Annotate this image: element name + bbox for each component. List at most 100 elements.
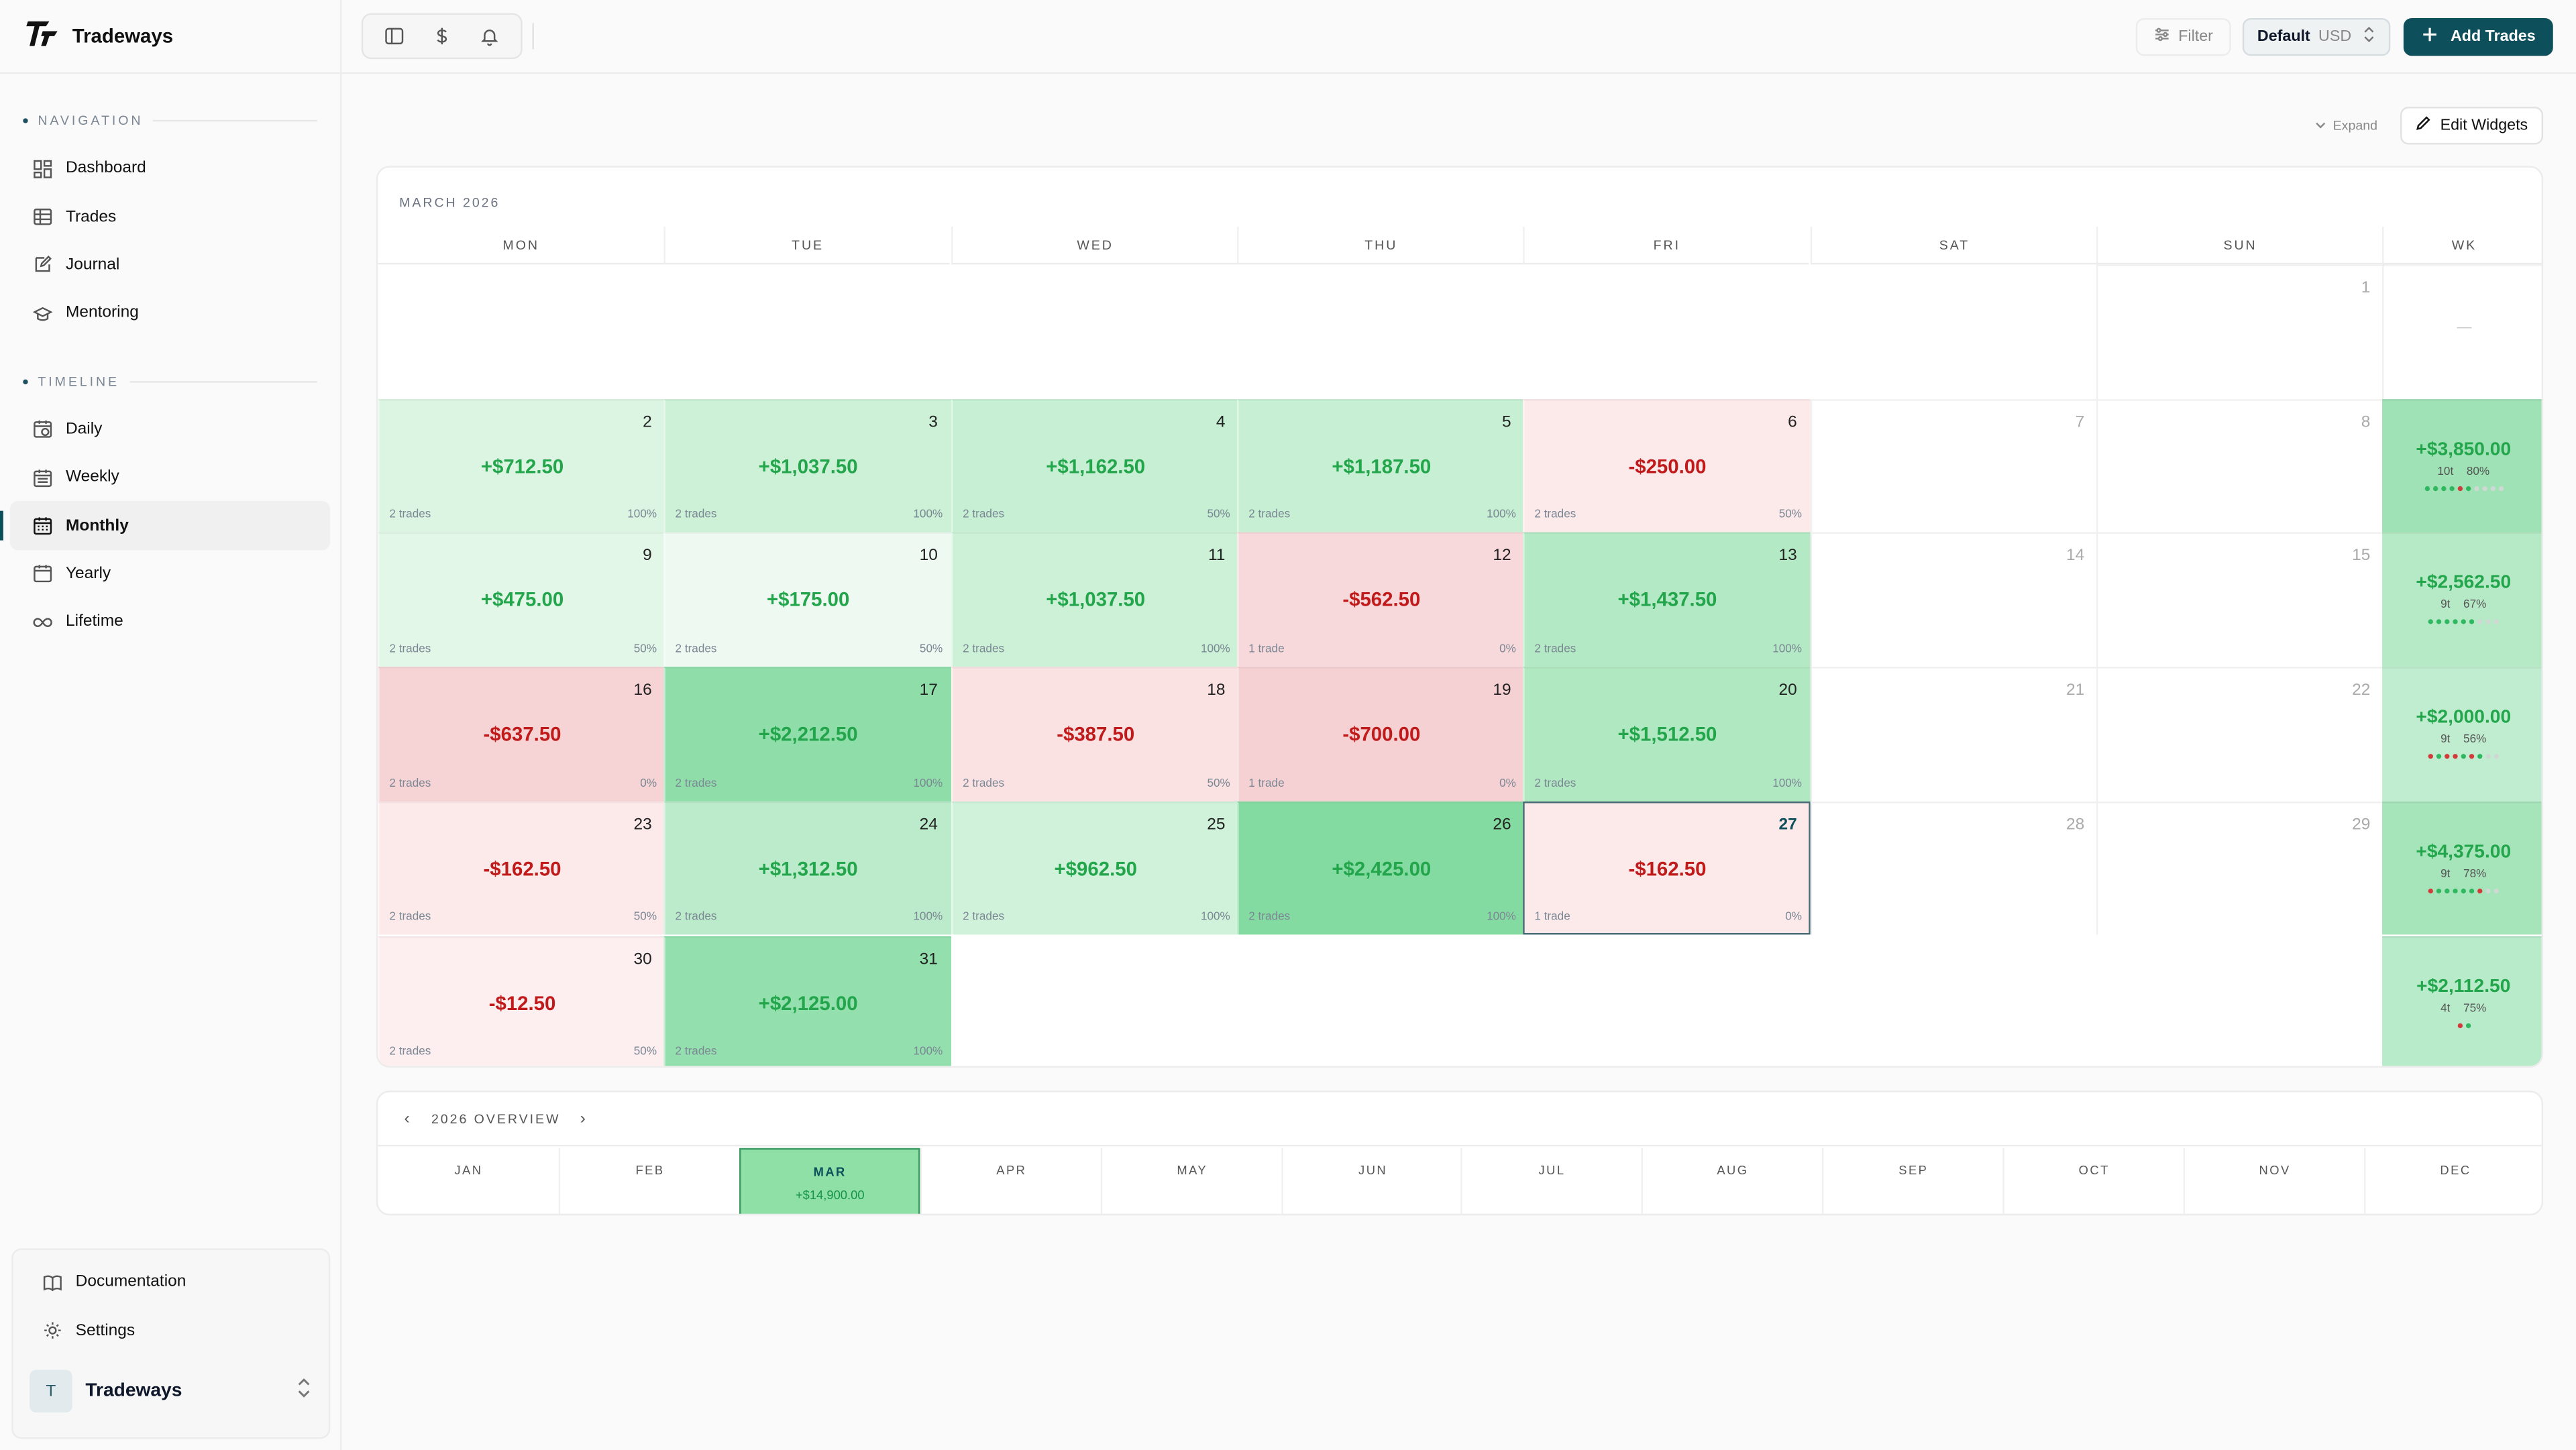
calendar-day-cell[interactable]: 11 +$1,037.50 2 trades 100% bbox=[951, 533, 1239, 667]
trade-result-dot bbox=[2465, 1022, 2471, 1027]
calendar-day-cell[interactable]: 23 -$162.50 2 trades 50% bbox=[378, 801, 665, 936]
sidebar-item-daily[interactable]: Daily bbox=[10, 405, 331, 453]
month-tab-dec[interactable]: DEC bbox=[2364, 1148, 2541, 1214]
win-rate: 100% bbox=[1200, 644, 1230, 656]
sidebar-item-settings[interactable]: Settings bbox=[19, 1306, 322, 1355]
week-summary[interactable]: +$2,112.50 4t 75% bbox=[2382, 935, 2542, 1066]
dollar-icon[interactable] bbox=[432, 26, 451, 46]
day-number: 24 bbox=[919, 816, 938, 834]
add-trades-button[interactable]: Add Trades bbox=[2403, 17, 2553, 56]
month-tab-jul[interactable]: JUL bbox=[1460, 1148, 1642, 1214]
month-tab-mar[interactable]: MAR +$14,900.00 bbox=[739, 1148, 921, 1214]
calendar-day-cell[interactable]: 3 +$1,037.50 2 trades 100% bbox=[663, 398, 951, 533]
edit-widgets-button[interactable]: Edit Widgets bbox=[2400, 107, 2544, 145]
month-tab-sep[interactable]: SEP bbox=[1821, 1148, 2003, 1214]
calendar-empty-day[interactable]: 8 bbox=[2096, 398, 2384, 533]
month-tab-may[interactable]: MAY bbox=[1100, 1148, 1282, 1214]
trade-count: 1 trade bbox=[1248, 644, 1285, 656]
calendar-day-cell[interactable]: 25 +$962.50 2 trades 100% bbox=[951, 801, 1239, 936]
week-pnl: +$2,000.00 bbox=[2416, 708, 2512, 728]
week-summary[interactable]: +$2,000.00 9t 56% bbox=[2382, 667, 2542, 801]
sidebar-item-documentation[interactable]: Documentation bbox=[19, 1258, 322, 1306]
week-summary[interactable]: +$4,375.00 9t 78% bbox=[2382, 801, 2542, 936]
footer-list: Documentation Settings bbox=[13, 1258, 329, 1355]
month-tab-jan[interactable]: JAN bbox=[378, 1148, 559, 1214]
calendar-day-cell[interactable]: 27 -$162.50 1 trade 0% bbox=[1523, 801, 1811, 936]
trade-result-dot bbox=[2436, 620, 2442, 625]
trade-result-dot bbox=[2493, 754, 2499, 759]
calendar-empty-day[interactable]: 21 bbox=[1810, 667, 2098, 801]
trade-count: 2 trades bbox=[963, 778, 1005, 790]
sidebar-item-weekly[interactable]: Weekly bbox=[10, 453, 331, 502]
calendar-day-cell[interactable]: 2 +$712.50 2 trades 100% bbox=[378, 398, 665, 533]
trade-result-dot bbox=[2436, 888, 2442, 893]
graduation-cap-icon bbox=[32, 304, 53, 323]
sidebar-item-monthly[interactable]: Monthly bbox=[0, 501, 331, 550]
calendar-empty-day[interactable]: 29 bbox=[2096, 801, 2384, 936]
calendar-day-cell[interactable]: 24 +$1,312.50 2 trades 100% bbox=[663, 801, 951, 936]
trade-result-dot bbox=[2428, 888, 2433, 893]
calendar-day-cell[interactable]: 19 -$700.00 1 trade 0% bbox=[1237, 667, 1525, 801]
calendar-empty-day[interactable]: 15 bbox=[2096, 533, 2384, 667]
calendar-day-cell[interactable]: 4 +$1,162.50 2 trades 50% bbox=[951, 398, 1239, 533]
expand-button[interactable]: Expand bbox=[2315, 118, 2377, 133]
sidebar-item-mentoring[interactable]: Mentoring bbox=[10, 289, 331, 337]
calendar-day-cell[interactable]: 20 +$1,512.50 2 trades 100% bbox=[1523, 667, 1811, 801]
month-tab-aug[interactable]: AUG bbox=[1641, 1148, 1823, 1214]
month-tab-feb[interactable]: FEB bbox=[558, 1148, 740, 1214]
weekday-header: FRI bbox=[1523, 226, 1810, 265]
month-tab-apr[interactable]: APR bbox=[920, 1148, 1101, 1214]
calendar-day-cell[interactable]: 26 +$2,425.00 2 trades 100% bbox=[1237, 801, 1525, 936]
week-summary[interactable]: — bbox=[2382, 264, 2542, 399]
week-summary[interactable]: +$2,562.50 9t 67% bbox=[2382, 533, 2542, 667]
calendar-day-cell[interactable]: 17 +$2,212.50 2 trades 100% bbox=[663, 667, 951, 801]
sidebar-item-lifetime[interactable]: Lifetime bbox=[10, 598, 331, 647]
win-rate: 100% bbox=[1772, 644, 1803, 656]
chevron-left-icon[interactable]: ‹ bbox=[404, 1109, 411, 1127]
sidebar-item-yearly[interactable]: Yearly bbox=[10, 550, 331, 598]
month-tab-oct[interactable]: OCT bbox=[2002, 1148, 2184, 1214]
trade-count: 2 trades bbox=[389, 644, 431, 656]
calendar-day-cell[interactable]: 5 +$1,187.50 2 trades 100% bbox=[1237, 398, 1525, 533]
month-tab-nov[interactable]: NOV bbox=[2183, 1148, 2365, 1214]
calendar-empty-day[interactable]: 14 bbox=[1810, 533, 2098, 667]
trade-count: 2 trades bbox=[963, 912, 1005, 924]
week-summary[interactable]: +$3,850.00 10t 80% bbox=[2382, 398, 2542, 533]
bell-icon[interactable] bbox=[480, 26, 500, 46]
day-pnl: -$637.50 bbox=[483, 722, 561, 746]
sidebar: Tradeways NAVIGATION Dashboard Trades Jour… bbox=[0, 0, 342, 1450]
calendar-day-cell[interactable]: 18 -$387.50 2 trades 50% bbox=[951, 667, 1239, 801]
week-win-rate: 80% bbox=[2466, 465, 2490, 478]
month-label: AUG bbox=[1717, 1162, 1749, 1178]
trade-result-dot bbox=[2457, 486, 2462, 491]
brand[interactable]: Tradeways bbox=[0, 0, 340, 74]
calendar-day-cell[interactable]: 30 -$12.50 2 trades 50% bbox=[378, 935, 665, 1066]
sidebar-item-trades[interactable]: Trades bbox=[10, 192, 331, 241]
calendar-clock-icon bbox=[33, 419, 52, 439]
chevron-right-icon[interactable]: › bbox=[580, 1109, 588, 1127]
calendar-day-cell[interactable]: 16 -$637.50 2 trades 0% bbox=[378, 667, 665, 801]
year-overview: ‹ 2026 OVERVIEW › JAN FEB MAR +$14,900.00 AP… bbox=[376, 1091, 2544, 1216]
calendar-day-cell[interactable]: 31 +$2,125.00 2 trades 100% bbox=[663, 935, 951, 1066]
trade-count: 2 trades bbox=[389, 778, 431, 790]
calendar-day-cell[interactable]: 13 +$1,437.50 2 trades 100% bbox=[1523, 533, 1811, 667]
calendar-day-cell[interactable]: 12 -$562.50 1 trade 0% bbox=[1237, 533, 1525, 667]
calendar-empty-day[interactable]: 22 bbox=[2096, 667, 2384, 801]
win-rate: 100% bbox=[1200, 912, 1230, 924]
sidebar-toggle-icon[interactable] bbox=[384, 26, 403, 46]
calendar-day-cell[interactable]: 6 -$250.00 2 trades 50% bbox=[1523, 398, 1811, 533]
chevron-down-icon bbox=[2315, 118, 2326, 133]
calendar-empty-day[interactable]: 28 bbox=[1810, 801, 2098, 936]
sidebar-item-dashboard[interactable]: Dashboard bbox=[10, 145, 331, 193]
month-tab-jun[interactable]: JUN bbox=[1281, 1148, 1462, 1214]
sidebar-item-journal[interactable]: Journal bbox=[10, 241, 331, 289]
account-selector[interactable]: Default USD bbox=[2242, 17, 2391, 56]
calendar-day-cell[interactable]: 9 +$475.00 2 trades 50% bbox=[378, 533, 665, 667]
avatar: T bbox=[30, 1370, 72, 1413]
calendar-empty-day[interactable]: 1 bbox=[2096, 264, 2384, 399]
calendar-empty-day[interactable]: 7 bbox=[1810, 398, 2098, 533]
filter-button[interactable]: Filter bbox=[2135, 17, 2231, 56]
sidebar-item-label: Yearly bbox=[65, 565, 111, 583]
user-switcher[interactable]: T Tradeways bbox=[30, 1368, 312, 1414]
calendar-day-cell[interactable]: 10 +$175.00 2 trades 50% bbox=[663, 533, 951, 667]
